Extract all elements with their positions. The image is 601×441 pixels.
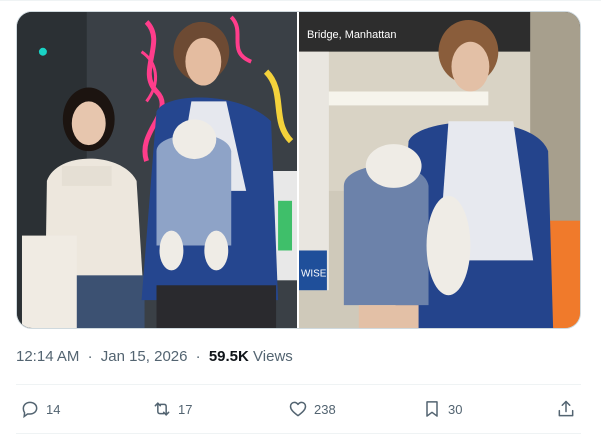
repost-button[interactable]: 17 xyxy=(152,385,192,433)
top-divider xyxy=(0,0,601,1)
photo-street[interactable] xyxy=(17,12,297,328)
meta-separator: · xyxy=(87,348,93,365)
tweet-meta: 12:14 AM · Jan 15, 2026 · 59.5K Views xyxy=(16,347,293,367)
share-icon xyxy=(556,399,576,419)
tweet-date[interactable]: Jan 15, 2026 xyxy=(101,348,188,365)
street-photo-image xyxy=(17,12,297,328)
views-count[interactable]: 59.5K xyxy=(209,348,249,365)
seat-sign-text: WISE xyxy=(301,268,327,279)
bookmark-icon xyxy=(422,399,442,419)
tweet-detail: Bridge, Manhattan WISE 12:14 AM · Jan 15… xyxy=(0,0,601,441)
subway-sign-text: Bridge, Manhattan xyxy=(307,29,397,41)
meta-separator: · xyxy=(195,348,201,365)
action-bar: 14 17 238 30 xyxy=(16,385,581,433)
bookmark-button[interactable]: 30 xyxy=(422,385,462,433)
reply-button[interactable]: 14 xyxy=(20,385,60,433)
photo-subway[interactable]: Bridge, Manhattan WISE xyxy=(299,12,580,328)
like-button[interactable]: 238 xyxy=(288,385,336,433)
share-button[interactable] xyxy=(556,385,576,433)
like-count: 238 xyxy=(314,401,336,417)
reply-count: 14 xyxy=(46,401,61,417)
tweet-time[interactable]: 12:14 AM xyxy=(16,348,79,365)
bottom-divider xyxy=(16,433,581,434)
media-grid: Bridge, Manhattan WISE xyxy=(16,11,581,329)
views-label: Views xyxy=(253,348,293,365)
subway-photo-image: Bridge, Manhattan WISE xyxy=(299,12,580,328)
repost-count: 17 xyxy=(178,401,193,417)
reply-icon xyxy=(20,399,40,419)
heart-icon xyxy=(288,399,308,419)
bookmark-count: 30 xyxy=(448,401,463,417)
repost-icon xyxy=(152,399,172,419)
